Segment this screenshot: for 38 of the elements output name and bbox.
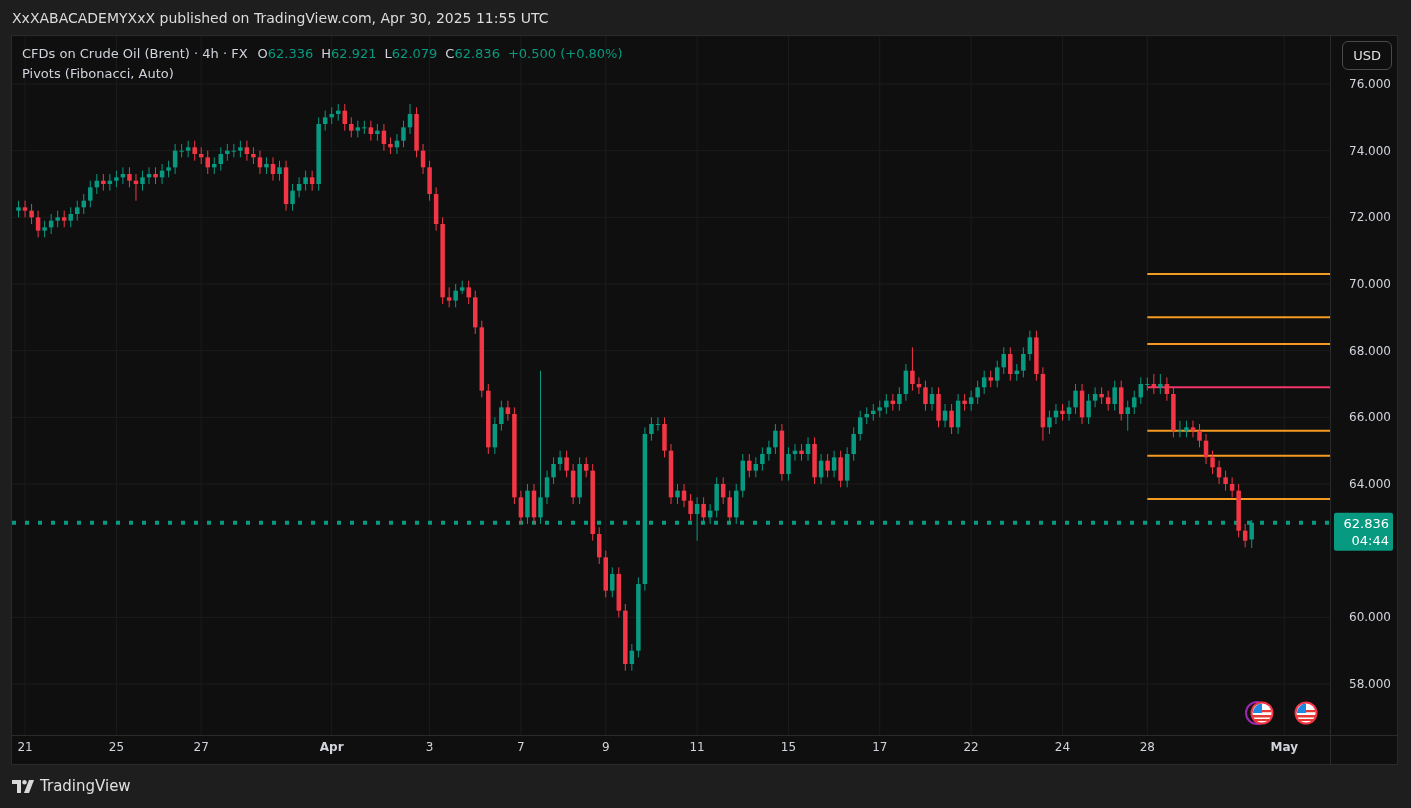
date-tick: 25	[108, 740, 125, 754]
date-tick: 3	[425, 740, 434, 754]
date-tick: 7	[517, 740, 525, 754]
date-tick: 27	[193, 740, 209, 754]
ohlc-value: 62.921	[331, 45, 377, 63]
price-tick: 58.000	[1349, 677, 1391, 691]
price-change: +0.500 (+0.80%)	[507, 45, 623, 63]
ohlc-value: 62.079	[391, 45, 438, 63]
date-tick: 24	[1054, 740, 1071, 754]
price-tick: 68.000	[1349, 343, 1391, 358]
date-tick: 21	[17, 740, 33, 754]
price-tick: 66.000	[1349, 410, 1391, 425]
ohlc-label: O	[257, 45, 268, 63]
date-tick: 22	[963, 740, 979, 754]
price-tick: 60.000	[1349, 610, 1391, 625]
publish-info: XxXABACADEMYXxX published on TradingView.com, Apr 30, 2025 11:55 UTC	[11, 9, 550, 28]
date-tick: 17	[872, 740, 888, 754]
date-tick: May	[1270, 740, 1299, 754]
date-tick: 28	[1139, 740, 1155, 754]
price-tick: 74.000	[1349, 143, 1391, 158]
brand-name: TradingView	[40, 777, 131, 795]
price-tick: 70.000	[1349, 277, 1391, 291]
last-price-label: 62.836 04:44	[1334, 512, 1393, 551]
currency-button[interactable]: USD	[1342, 41, 1392, 70]
indicator-title: Pivots (Fibonacci, Auto)	[22, 65, 174, 83]
date-tick: Apr	[319, 740, 344, 754]
ohlc-value: 62.836	[454, 45, 500, 63]
price-tick: 76.000	[1349, 77, 1391, 91]
symbol-title: CFDs on Crude Oil (Brent) · 4h · FX	[22, 45, 248, 63]
ohlc-label: H	[321, 45, 332, 63]
price-tick: 64.000	[1349, 477, 1391, 491]
ohlc-label: L	[384, 45, 392, 63]
date-tick: 11	[689, 740, 705, 754]
date-tick: 9	[601, 740, 610, 754]
date-tick: 15	[780, 740, 797, 754]
ohlc-label: C	[445, 45, 455, 63]
ohlc-value: 62.336	[267, 45, 314, 63]
price-tick: 72.000	[1349, 210, 1391, 225]
